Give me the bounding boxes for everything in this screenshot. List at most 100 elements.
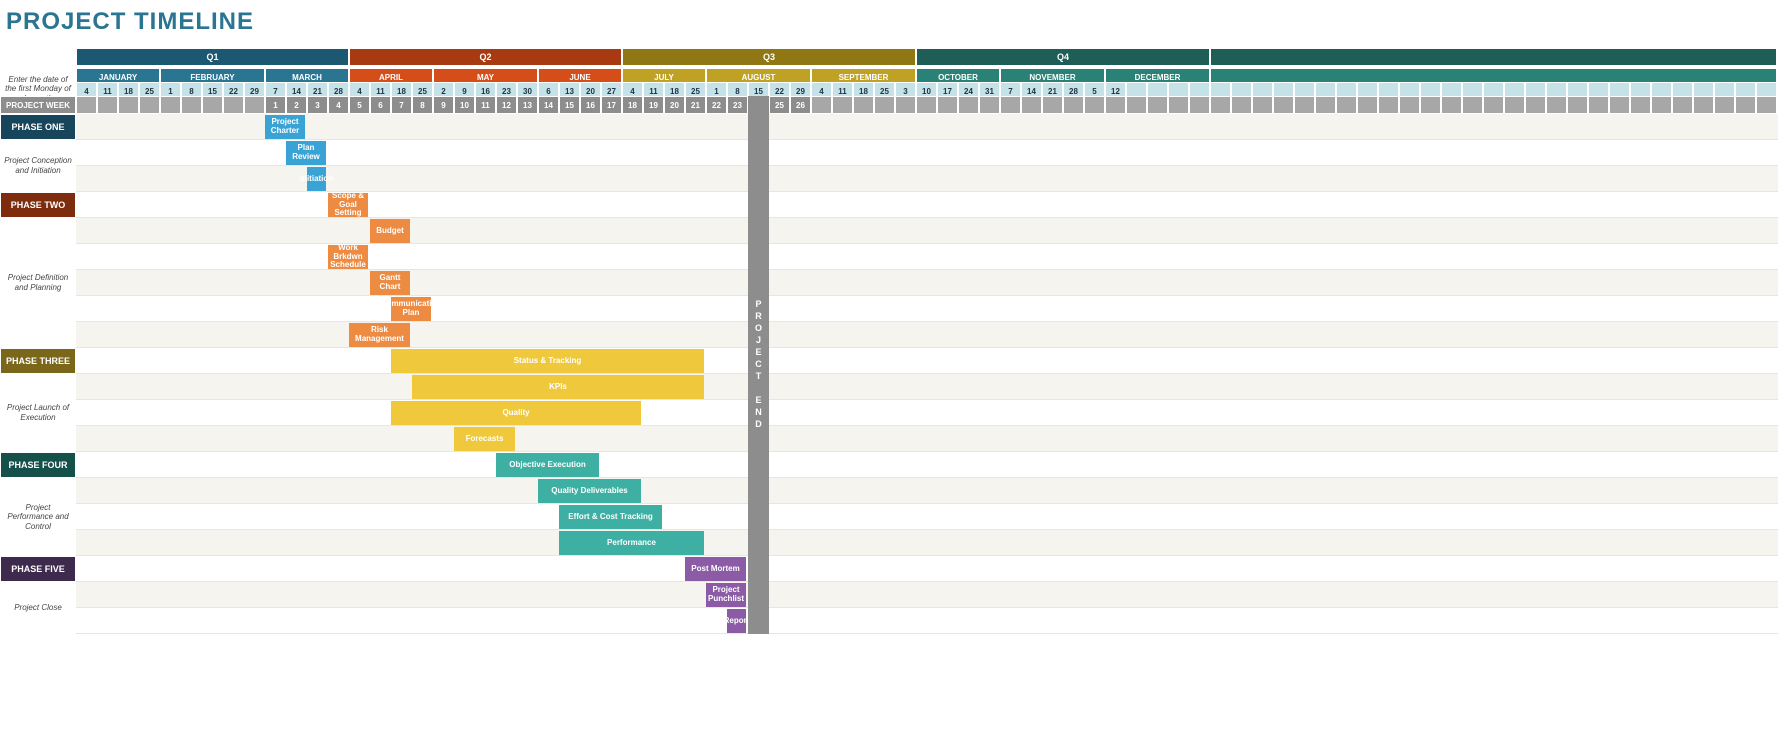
row-band (76, 582, 1778, 608)
task-bar[interactable]: KPIs (412, 375, 704, 399)
task-bar[interactable]: Quality Deliverables (538, 479, 641, 503)
week-number: 17 (601, 96, 622, 114)
week-number (76, 96, 97, 114)
week-number: 20 (664, 96, 685, 114)
week-number: 11 (475, 96, 496, 114)
quarter-ext (1210, 48, 1777, 66)
week-number (1210, 96, 1231, 114)
corner-blank (0, 48, 76, 68)
week-number: 2 (286, 96, 307, 114)
task-bar[interactable]: Post Mortem (685, 557, 746, 581)
task-bar[interactable]: Effort & Cost Tracking (559, 505, 662, 529)
project-week-label: PROJECT WEEK (0, 96, 76, 114)
phase-subtitle: Project Launch of Execution (0, 374, 76, 452)
task-bar[interactable]: Performance (559, 531, 704, 555)
week-number (1021, 96, 1042, 114)
phase-header: PHASE TWO (0, 192, 76, 218)
row-band (76, 114, 1778, 140)
week-number: 3 (307, 96, 328, 114)
week-number (118, 96, 139, 114)
task-bar[interactable]: Forecasts (454, 427, 515, 451)
row-band (76, 556, 1778, 582)
row-band (76, 452, 1778, 478)
phase-header: PHASE THREE (0, 348, 76, 374)
task-bar[interactable]: Project Charter (265, 115, 305, 139)
week-number (1042, 96, 1063, 114)
week-number (181, 96, 202, 114)
quarter-header: Q1 (76, 48, 349, 66)
week-number (1672, 96, 1693, 114)
task-bar[interactable]: Work Brkdwn Schedule (328, 245, 368, 269)
week-number (160, 96, 181, 114)
row-band (76, 530, 1778, 556)
row-band (76, 608, 1778, 634)
week-number (1399, 96, 1420, 114)
week-number (1252, 96, 1273, 114)
week-number (1315, 96, 1336, 114)
phase-header: PHASE FOUR (0, 452, 76, 478)
week-number (895, 96, 916, 114)
week-number (139, 96, 160, 114)
task-bar[interactable]: Project Punchlist (706, 583, 746, 607)
task-bar[interactable]: Budget (370, 219, 410, 243)
week-number: 10 (454, 96, 475, 114)
task-bar[interactable]: Gantt Chart (370, 271, 410, 295)
week-number (1420, 96, 1441, 114)
phase-header: PHASE ONE (0, 114, 76, 140)
week-number: 6 (370, 96, 391, 114)
task-bar[interactable]: Communication Plan (391, 297, 431, 321)
task-bar[interactable]: Objective Execution (496, 453, 599, 477)
quarter-header: Q2 (349, 48, 622, 66)
week-number (1756, 96, 1777, 114)
week-number (1273, 96, 1294, 114)
task-bar[interactable]: Quality (391, 401, 641, 425)
task-bar[interactable]: Report (727, 609, 746, 633)
week-number: 14 (538, 96, 559, 114)
task-bar[interactable]: Scope & Goal Setting (328, 193, 368, 217)
week-number (832, 96, 853, 114)
week-number: 18 (622, 96, 643, 114)
week-number (1714, 96, 1735, 114)
week-number (1462, 96, 1483, 114)
page-title: PROJECT TIMELINE (0, 0, 1778, 48)
week-number (1168, 96, 1189, 114)
phase-header: PHASE FIVE (0, 556, 76, 582)
week-number: 1 (265, 96, 286, 114)
row-band (76, 296, 1778, 322)
week-number (244, 96, 265, 114)
week-number (874, 96, 895, 114)
row-band (76, 322, 1778, 348)
row-band (76, 348, 1778, 374)
week-number: 25 (769, 96, 790, 114)
task-bar[interactable]: Status & Tracking (391, 349, 704, 373)
task-bar[interactable]: Initiation (307, 167, 326, 191)
row-band (76, 140, 1778, 166)
week-number (916, 96, 937, 114)
week-number (1567, 96, 1588, 114)
week-number: 4 (328, 96, 349, 114)
task-bar[interactable]: Plan Review (286, 141, 326, 165)
week-number (937, 96, 958, 114)
week-number (1525, 96, 1546, 114)
quarter-header: Q3 (622, 48, 916, 66)
row-band (76, 270, 1778, 296)
week-number: 12 (496, 96, 517, 114)
week-number (1630, 96, 1651, 114)
week-number (1735, 96, 1756, 114)
week-number (202, 96, 223, 114)
week-number: 5 (349, 96, 370, 114)
task-bar[interactable]: Risk Management (349, 323, 410, 347)
week-number (1084, 96, 1105, 114)
week-number (1483, 96, 1504, 114)
week-number (1063, 96, 1084, 114)
week-number (1336, 96, 1357, 114)
phase-subtitle: Project Performance and Control (0, 478, 76, 556)
week-number: 19 (643, 96, 664, 114)
week-number (1357, 96, 1378, 114)
phase-subtitle: Project Definition and Planning (0, 218, 76, 348)
week-number (97, 96, 118, 114)
week-number (1294, 96, 1315, 114)
phase-subtitle: Project Close (0, 582, 76, 634)
row-band (76, 218, 1778, 244)
week-number: 26 (790, 96, 811, 114)
